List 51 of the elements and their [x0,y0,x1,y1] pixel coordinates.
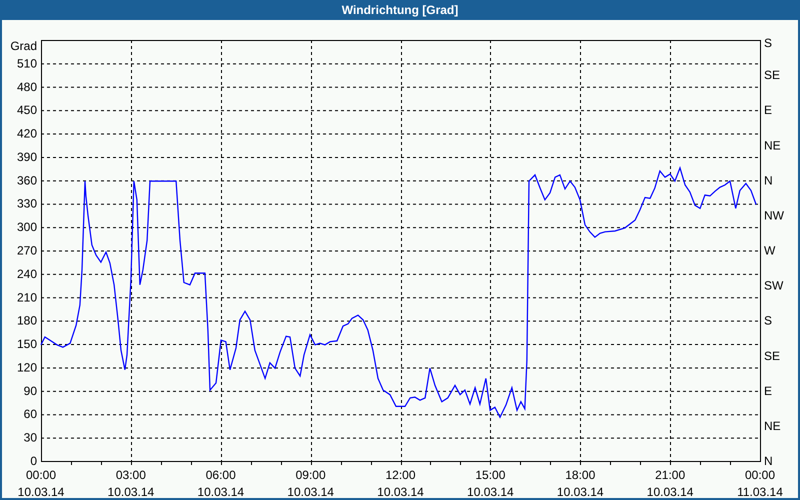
x-axis-time-label: 00:00 [744,468,776,482]
x-axis-date-label: 10.03.14 [287,485,334,498]
y-axis-label: 150 [16,337,37,352]
compass-direction-label: E [764,384,772,398]
y-axis-label: 510 [16,56,37,70]
compass-direction-label: NE [764,138,781,152]
compass-direction-label: S [764,36,772,50]
y-axis-label: 210 [16,290,37,304]
x-axis-time-label: 21:00 [655,468,686,482]
x-axis-time-label: 06:00 [206,468,236,482]
y-axis-label: 240 [16,266,37,281]
compass-direction-label: NE [764,418,781,433]
compass-direction-label: S [764,314,772,328]
compass-direction-label: SW [764,278,784,293]
y-axis-label: 300 [16,220,37,234]
x-axis-date-label: 10.03.14 [18,485,64,498]
compass-direction-label: SE [764,348,780,363]
y-axis-label: 0 [30,454,37,468]
x-axis-date-label: 10.03.14 [646,485,694,498]
x-axis-date-label: 11.03.14 [737,485,783,498]
y-axis-label: 180 [16,314,37,328]
x-axis-date-label: 10.03.14 [467,485,514,498]
compass-direction-label: N [764,454,773,468]
x-axis-time-label: 18:00 [565,468,596,482]
y-axis-label: 330 [16,196,37,211]
compass-direction-label: SE [764,68,780,82]
x-axis-time-label: 12:00 [385,468,416,482]
y-axis-label: 450 [16,103,37,118]
y-axis-label: 90 [24,384,37,398]
compass-direction-label: W [764,244,776,258]
compass-direction-label: E [764,103,772,118]
x-axis-date-label: 10.03.14 [556,485,604,498]
y-axis-label: 420 [16,126,37,141]
y-axis-label: 30 [24,430,37,445]
y-axis-label: 120 [16,360,37,374]
y-axis-label: 60 [24,407,37,422]
x-axis-time-label: 03:00 [116,468,146,482]
x-axis-date-label: 10.03.14 [377,485,424,498]
y-axis-label: 390 [16,150,37,164]
x-axis-time-label: 15:00 [475,468,506,482]
y-axis-label: 480 [16,80,37,94]
y-axis-label: 360 [16,173,37,188]
x-axis-date-label: 10.03.14 [197,485,244,498]
x-axis-time-label: 00:00 [26,468,56,482]
x-axis-time-label: 09:00 [296,468,326,482]
x-axis-date-label: 10.03.14 [108,485,154,498]
y-axis-title: Grad [10,39,37,53]
compass-direction-label: N [764,173,773,188]
compass-direction-label: NW [764,208,784,222]
y-axis-label: 270 [16,244,37,258]
window-title: Windrichtung [Grad] [342,3,458,17]
